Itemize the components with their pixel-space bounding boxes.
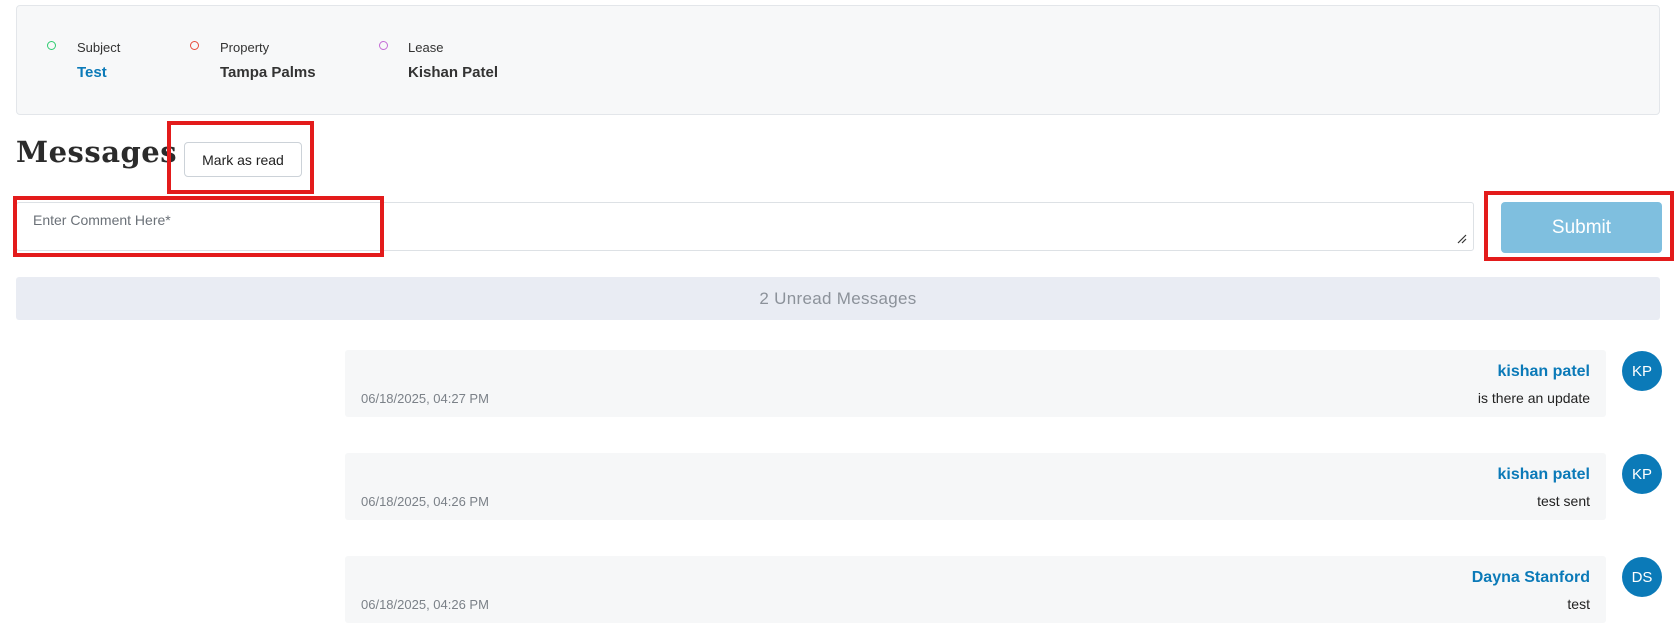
- message-author: kishan patel: [1497, 363, 1590, 380]
- message-text: is there an update: [1477, 390, 1590, 406]
- messages-title: Messages: [16, 135, 178, 169]
- lease-status-icon: [379, 41, 388, 50]
- lease-value: Kishan Patel: [408, 64, 499, 81]
- message-time: 06/18/2025, 04:26 PM: [361, 494, 489, 509]
- lease-label: Lease: [408, 40, 444, 55]
- property-value: Tampa Palms: [220, 64, 316, 81]
- highlight-comment-field: [13, 196, 384, 257]
- message-time: 06/18/2025, 04:26 PM: [361, 597, 489, 612]
- property-status-icon: [190, 41, 199, 50]
- message-item: kishan patel 06/18/2025, 04:27 PM is the…: [345, 350, 1606, 417]
- message-time: 06/18/2025, 04:27 PM: [361, 391, 489, 406]
- resize-handle-icon[interactable]: [1457, 234, 1467, 244]
- highlight-mark-as-read: [167, 121, 314, 194]
- avatar: KP: [1622, 454, 1662, 494]
- avatar: DS: [1622, 557, 1662, 597]
- message-item: Dayna Stanford 06/18/2025, 04:26 PM test: [345, 556, 1606, 623]
- subject-status-icon: [47, 41, 56, 50]
- message-author: kishan patel: [1497, 466, 1590, 483]
- message-text: test sent: [1537, 493, 1590, 509]
- unread-messages-bar: 2 Unread Messages: [16, 277, 1660, 320]
- property-label: Property: [220, 40, 270, 55]
- message-item: kishan patel 06/18/2025, 04:26 PM test s…: [345, 453, 1606, 520]
- subject-label: Subject: [77, 40, 121, 55]
- avatar: KP: [1622, 351, 1662, 391]
- subject-value[interactable]: Test: [77, 64, 107, 81]
- message-text: test: [1567, 596, 1590, 612]
- info-card: Subject Test Property Tampa Palms Lease …: [16, 5, 1660, 115]
- message-author: Dayna Stanford: [1471, 569, 1590, 586]
- highlight-submit: [1484, 191, 1674, 261]
